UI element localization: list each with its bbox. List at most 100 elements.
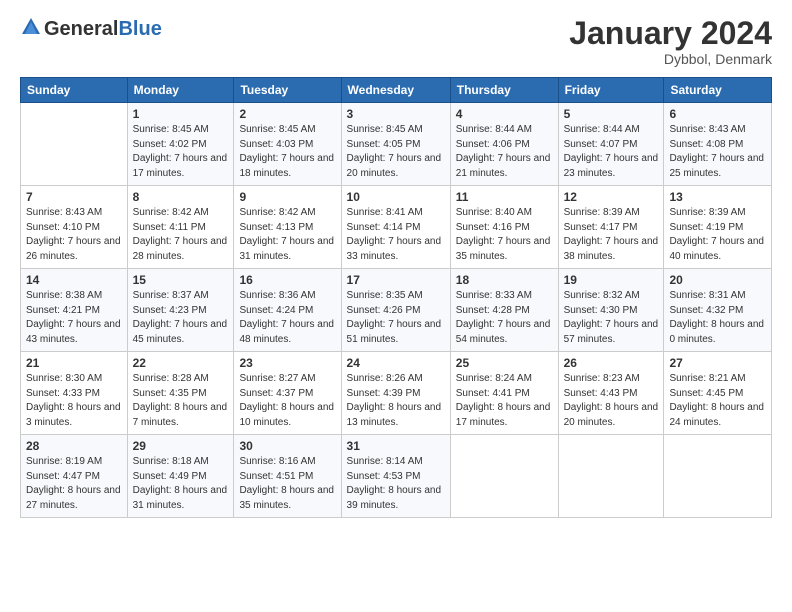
day-info: Sunrise: 8:31 AMSunset: 4:32 PMDaylight:…	[669, 289, 766, 347]
day-number: 22	[133, 356, 229, 370]
day-cell: 3 Sunrise: 8:45 AMSunset: 4:05 PMDaylight…	[341, 103, 450, 186]
day-number: 30	[239, 439, 335, 453]
day-number: 29	[133, 439, 229, 453]
day-info: Sunrise: 8:18 AMSunset: 4:49 PMDaylight:…	[133, 455, 229, 513]
week-row-1: 7 Sunrise: 8:43 AMSunset: 4:10 PMDaylight…	[21, 186, 772, 269]
col-header-wednesday: Wednesday	[341, 78, 450, 103]
week-row-4: 28Sunrise: 8:19 AMSunset: 4:47 PMDayligh…	[21, 435, 772, 518]
day-info: Sunrise: 8:44 AMSunset: 4:06 PMDaylight:…	[456, 123, 553, 181]
col-header-sunday: Sunday	[21, 78, 128, 103]
day-cell: 24Sunrise: 8:26 AMSunset: 4:39 PMDayligh…	[341, 352, 450, 435]
day-number: 5	[564, 107, 659, 121]
day-info: Sunrise: 8:37 AMSunset: 4:23 PMDaylight:…	[133, 289, 229, 347]
col-header-saturday: Saturday	[664, 78, 772, 103]
day-info: Sunrise: 8:38 AMSunset: 4:21 PMDaylight:…	[26, 289, 122, 347]
day-cell: 5 Sunrise: 8:44 AMSunset: 4:07 PMDaylight…	[558, 103, 664, 186]
day-cell: 7 Sunrise: 8:43 AMSunset: 4:10 PMDaylight…	[21, 186, 128, 269]
day-number: 3	[347, 107, 445, 121]
day-number: 20	[669, 273, 766, 287]
day-cell: 25 Sunrise: 8:24 AMSunset: 4:41 PMDayligh…	[450, 352, 558, 435]
day-info: Sunrise: 8:19 AMSunset: 4:47 PMDaylight:…	[26, 455, 122, 513]
day-cell: 18 Sunrise: 8:33 AMSunset: 4:28 PMDayligh…	[450, 269, 558, 352]
day-number: 31	[347, 439, 445, 453]
day-info: Sunrise: 8:42 AMSunset: 4:11 PMDaylight:…	[133, 206, 229, 264]
day-info: Sunrise: 8:43 AMSunset: 4:10 PMDaylight:…	[26, 206, 122, 264]
day-number: 17	[347, 273, 445, 287]
calendar-subtitle: Dybbol, Denmark	[569, 51, 772, 67]
logo-icon	[20, 16, 42, 38]
day-cell	[664, 435, 772, 518]
col-header-thursday: Thursday	[450, 78, 558, 103]
day-cell: 16 Sunrise: 8:36 AMSunset: 4:24 PMDayligh…	[234, 269, 341, 352]
day-cell: 9 Sunrise: 8:42 AMSunset: 4:13 PMDaylight…	[234, 186, 341, 269]
day-number: 2	[239, 107, 335, 121]
day-cell: 6 Sunrise: 8:43 AMSunset: 4:08 PMDaylight…	[664, 103, 772, 186]
day-cell: 20 Sunrise: 8:31 AMSunset: 4:32 PMDayligh…	[664, 269, 772, 352]
week-row-3: 21 Sunrise: 8:30 AMSunset: 4:33 PMDayligh…	[21, 352, 772, 435]
day-number: 14	[26, 273, 122, 287]
day-info: Sunrise: 8:28 AMSunset: 4:35 PMDaylight:…	[133, 372, 229, 430]
day-info: Sunrise: 8:39 AMSunset: 4:19 PMDaylight:…	[669, 206, 766, 264]
day-info: Sunrise: 8:32 AMSunset: 4:30 PMDaylight:…	[564, 289, 659, 347]
day-cell: 13Sunrise: 8:39 AMSunset: 4:19 PMDayligh…	[664, 186, 772, 269]
day-cell: 30 Sunrise: 8:16 AMSunset: 4:51 PMDayligh…	[234, 435, 341, 518]
day-info: Sunrise: 8:36 AMSunset: 4:24 PMDaylight:…	[239, 289, 335, 347]
calendar-table: SundayMondayTuesdayWednesdayThursdayFrid…	[20, 77, 772, 518]
col-header-friday: Friday	[558, 78, 664, 103]
day-cell	[450, 435, 558, 518]
day-cell: 26 Sunrise: 8:23 AMSunset: 4:43 PMDayligh…	[558, 352, 664, 435]
day-info: Sunrise: 8:16 AMSunset: 4:51 PMDaylight:…	[239, 455, 335, 513]
day-info: Sunrise: 8:23 AMSunset: 4:43 PMDaylight:…	[564, 372, 659, 430]
day-cell: 2Sunrise: 8:45 AMSunset: 4:03 PMDaylight…	[234, 103, 341, 186]
day-number: 27	[669, 356, 766, 370]
day-cell: 27 Sunrise: 8:21 AMSunset: 4:45 PMDayligh…	[664, 352, 772, 435]
calendar-title: January 2024	[569, 16, 772, 51]
day-cell: 1Sunrise: 8:45 AMSunset: 4:02 PMDaylight…	[127, 103, 234, 186]
logo-text: GeneralBlue	[44, 19, 162, 40]
day-number: 26	[564, 356, 659, 370]
day-number: 8	[133, 190, 229, 204]
day-info: Sunrise: 8:44 AMSunset: 4:07 PMDaylight:…	[564, 123, 659, 181]
col-header-tuesday: Tuesday	[234, 78, 341, 103]
day-number: 7	[26, 190, 122, 204]
day-number: 9	[239, 190, 335, 204]
day-info: Sunrise: 8:24 AMSunset: 4:41 PMDaylight:…	[456, 372, 553, 430]
day-cell: 23Sunrise: 8:27 AMSunset: 4:37 PMDayligh…	[234, 352, 341, 435]
day-number: 18	[456, 273, 553, 287]
day-info: Sunrise: 8:33 AMSunset: 4:28 PMDaylight:…	[456, 289, 553, 347]
day-cell	[558, 435, 664, 518]
day-info: Sunrise: 8:43 AMSunset: 4:08 PMDaylight:…	[669, 123, 766, 181]
day-cell: 8 Sunrise: 8:42 AMSunset: 4:11 PMDaylight…	[127, 186, 234, 269]
day-number: 19	[564, 273, 659, 287]
day-cell: 28Sunrise: 8:19 AMSunset: 4:47 PMDayligh…	[21, 435, 128, 518]
logo: GeneralBlue	[20, 16, 162, 40]
day-number: 16	[239, 273, 335, 287]
col-header-monday: Monday	[127, 78, 234, 103]
day-cell: 11 Sunrise: 8:40 AMSunset: 4:16 PMDayligh…	[450, 186, 558, 269]
day-number: 25	[456, 356, 553, 370]
day-info: Sunrise: 8:27 AMSunset: 4:37 PMDaylight:…	[239, 372, 335, 430]
day-info: Sunrise: 8:30 AMSunset: 4:33 PMDaylight:…	[26, 372, 122, 430]
day-number: 4	[456, 107, 553, 121]
day-info: Sunrise: 8:41 AMSunset: 4:14 PMDaylight:…	[347, 206, 445, 264]
day-cell: 19 Sunrise: 8:32 AMSunset: 4:30 PMDayligh…	[558, 269, 664, 352]
day-cell: 12 Sunrise: 8:39 AMSunset: 4:17 PMDayligh…	[558, 186, 664, 269]
day-info: Sunrise: 8:35 AMSunset: 4:26 PMDaylight:…	[347, 289, 445, 347]
day-number: 12	[564, 190, 659, 204]
day-info: Sunrise: 8:42 AMSunset: 4:13 PMDaylight:…	[239, 206, 335, 264]
day-number: 24	[347, 356, 445, 370]
day-info: Sunrise: 8:39 AMSunset: 4:17 PMDaylight:…	[564, 206, 659, 264]
day-info: Sunrise: 8:14 AMSunset: 4:53 PMDaylight:…	[347, 455, 445, 513]
day-number: 15	[133, 273, 229, 287]
day-info: Sunrise: 8:21 AMSunset: 4:45 PMDaylight:…	[669, 372, 766, 430]
header: GeneralBlue January 2024 Dybbol, Denmark	[20, 16, 772, 67]
day-number: 6	[669, 107, 766, 121]
day-cell: 17 Sunrise: 8:35 AMSunset: 4:26 PMDayligh…	[341, 269, 450, 352]
day-number: 1	[133, 107, 229, 121]
day-number: 11	[456, 190, 553, 204]
day-info: Sunrise: 8:40 AMSunset: 4:16 PMDaylight:…	[456, 206, 553, 264]
day-number: 21	[26, 356, 122, 370]
day-cell: 22 Sunrise: 8:28 AMSunset: 4:35 PMDayligh…	[127, 352, 234, 435]
day-info: Sunrise: 8:45 AMSunset: 4:05 PMDaylight:…	[347, 123, 445, 181]
day-cell: 4 Sunrise: 8:44 AMSunset: 4:06 PMDaylight…	[450, 103, 558, 186]
